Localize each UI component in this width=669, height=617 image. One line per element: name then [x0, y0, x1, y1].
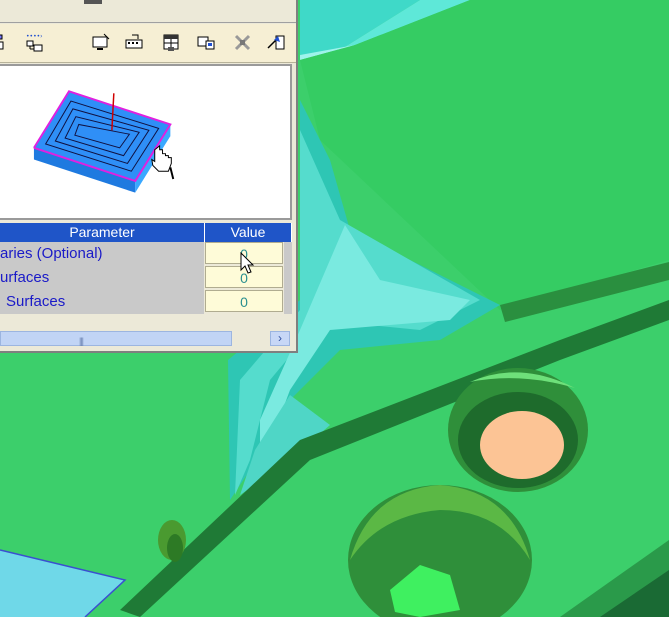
header-value[interactable]: Value — [205, 223, 292, 242]
row-end — [284, 290, 292, 314]
param-cell: aries (Optional) — [0, 242, 204, 266]
scroll-right-button[interactable]: › — [270, 331, 290, 346]
export-icon[interactable] — [266, 32, 288, 54]
param-label: aries (Optional) — [0, 245, 103, 262]
scrollbar-thumb[interactable]: ||| — [0, 331, 232, 346]
scrollbar-grip: ||| — [79, 336, 84, 346]
param-cell: Surfaces — [0, 290, 204, 314]
svg-text:••••›: ••••› — [26, 33, 43, 40]
keyboard-icon[interactable] — [124, 32, 146, 54]
operation-dialog: ••••› Parameter Value aries (Optional) 0… — [0, 0, 298, 353]
horizontal-scrollbar[interactable]: ||| › — [0, 329, 292, 348]
monitor-icon[interactable] — [90, 32, 112, 54]
param-label: urfaces — [0, 269, 50, 286]
blocks-icon[interactable] — [0, 32, 16, 54]
dialog-top-strip — [0, 0, 296, 23]
param-label: Surfaces — [6, 293, 66, 310]
tools-icon[interactable] — [232, 32, 254, 54]
table-icon[interactable] — [160, 32, 182, 54]
strip-notch — [84, 0, 102, 4]
row-end — [284, 266, 292, 290]
row-end — [284, 242, 292, 266]
mouse-pointer-icon — [240, 252, 255, 274]
display-icon[interactable] — [196, 32, 218, 54]
param-cell: urfaces — [0, 266, 204, 290]
tree-icon[interactable]: ••••› — [24, 32, 46, 54]
dialog-toolbar: ••••› — [0, 24, 296, 63]
table-row[interactable]: Surfaces 0 — [0, 290, 292, 314]
value-cell[interactable]: 0 — [205, 290, 283, 312]
toolpath-preview — [0, 64, 292, 220]
header-parameter[interactable]: Parameter — [0, 223, 205, 242]
